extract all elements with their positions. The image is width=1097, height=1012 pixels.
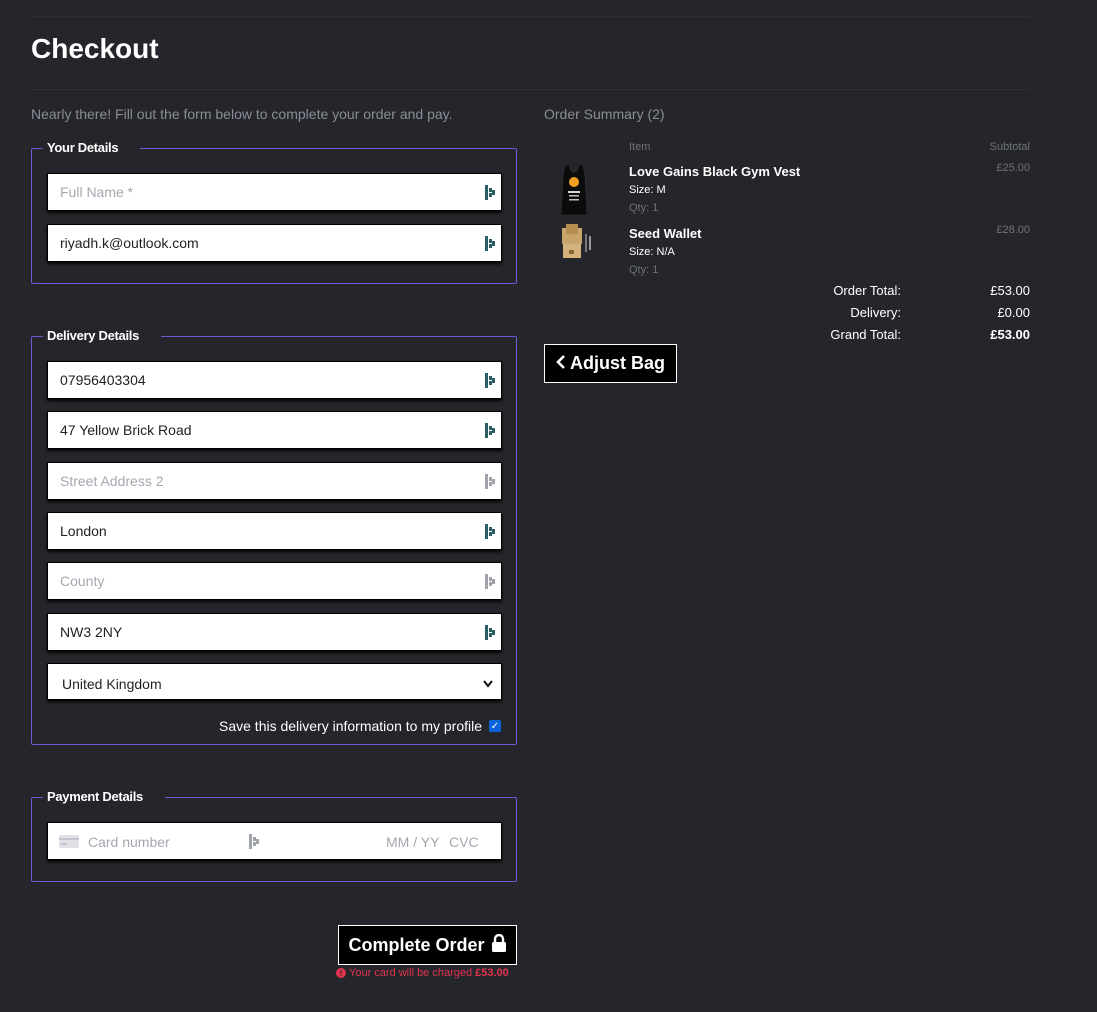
password-manager-icon[interactable] (485, 236, 495, 251)
save-info-label: Save this delivery information to my pro… (219, 718, 482, 734)
intro-text: Nearly there! Fill out the form below to… (31, 106, 453, 122)
delivery-value: £0.00 (997, 305, 1030, 320)
your-details-legend: Your Details (43, 140, 141, 155)
password-manager-icon[interactable] (485, 574, 495, 589)
order-total-value: £53.00 (990, 283, 1030, 298)
grand-total-value: £53.00 (990, 327, 1030, 342)
password-manager-icon[interactable] (485, 524, 495, 539)
street-address-2-field[interactable] (47, 462, 502, 500)
item-name: Love Gains Black Gym Vest (629, 164, 801, 179)
card-number-input[interactable]: Card number (88, 834, 170, 850)
gym-vest-image (557, 163, 591, 217)
charge-text: Your card will be charged (349, 967, 473, 979)
item-size: Size: M (629, 184, 666, 196)
password-manager-icon[interactable] (485, 423, 495, 438)
password-manager-icon[interactable] (485, 373, 495, 388)
email-field[interactable] (47, 224, 502, 262)
complete-order-label: Complete Order (348, 934, 485, 955)
exclamation-icon: ! (336, 968, 346, 978)
item-qty: Qty: 1 (629, 264, 659, 276)
page-title: Checkout (31, 33, 159, 64)
charge-notice: ! Your card will be charged £53.00 (336, 967, 509, 979)
item-price: £28.00 (996, 224, 1030, 236)
item-qty: Qty: 1 (629, 202, 659, 214)
phone-input[interactable] (48, 362, 501, 398)
phone-field[interactable] (47, 361, 502, 399)
full-name-field[interactable] (47, 173, 502, 211)
save-info-row[interactable]: Save this delivery information to my pro… (219, 718, 501, 734)
title-divider (31, 89, 1031, 90)
chevron-left-icon (556, 353, 566, 374)
delivery-details-fieldset: Delivery Details United Kingdom Save thi… (31, 328, 517, 745)
county-input[interactable] (48, 563, 501, 599)
expiry-input[interactable]: MM / YY (386, 834, 439, 850)
password-manager-icon[interactable] (249, 834, 259, 854)
password-manager-icon[interactable] (485, 625, 495, 640)
delivery-details-legend: Delivery Details (43, 328, 162, 343)
postcode-input[interactable] (48, 614, 501, 650)
county-field[interactable] (47, 562, 502, 600)
item-column-header: Item (629, 141, 651, 153)
adjust-bag-button[interactable]: Adjust Bag (544, 344, 677, 383)
subtotal-column-header: Subtotal (989, 141, 1030, 153)
payment-details-fieldset: Payment Details Card number MM / YY CVC (31, 789, 517, 882)
password-manager-icon[interactable] (485, 474, 495, 489)
grand-total-label: Grand Total: (830, 327, 901, 342)
complete-order-button[interactable]: Complete Order (338, 925, 517, 965)
postcode-field[interactable] (47, 613, 502, 651)
item-name: Seed Wallet (629, 226, 702, 241)
password-manager-icon[interactable] (485, 185, 495, 200)
order-total-label: Order Total: (833, 283, 901, 298)
full-name-input[interactable] (48, 174, 501, 210)
town-input[interactable] (48, 513, 501, 549)
street-address-1-input[interactable] (48, 412, 501, 448)
country-select[interactable]: United Kingdom (47, 663, 502, 700)
item-size: Size: N/A (629, 246, 675, 258)
delivery-label: Delivery: (850, 305, 901, 320)
payment-details-legend: Payment Details (43, 789, 165, 804)
save-info-checkbox[interactable]: ✓ (489, 720, 501, 732)
cvc-input[interactable]: CVC (449, 834, 479, 850)
adjust-bag-label: Adjust Bag (569, 353, 665, 373)
card-element[interactable]: Card number MM / YY CVC (47, 822, 502, 860)
your-details-fieldset: Your Details (31, 140, 517, 284)
lock-icon (491, 933, 507, 957)
item-price: £25.00 (996, 162, 1030, 174)
order-summary-title: Order Summary (2) (544, 106, 665, 122)
country-selected-value: United Kingdom (62, 675, 162, 692)
email-input[interactable] (48, 225, 501, 261)
seed-wallet-image (558, 222, 594, 260)
town-field[interactable] (47, 512, 502, 550)
street-address-2-input[interactable] (48, 463, 501, 499)
street-address-1-field[interactable] (47, 411, 502, 449)
top-divider (31, 16, 1031, 17)
charge-amount: £53.00 (475, 967, 509, 979)
chevron-down-icon (483, 675, 493, 691)
credit-card-icon (59, 835, 79, 853)
